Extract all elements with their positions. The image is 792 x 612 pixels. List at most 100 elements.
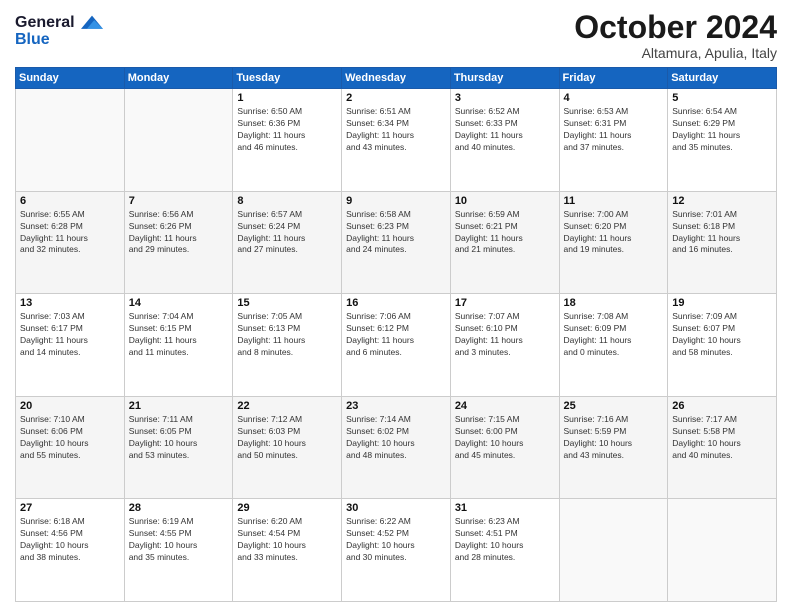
day-info: Sunrise: 6:18 AM Sunset: 4:56 PM Dayligh… — [20, 516, 120, 564]
day-info: Sunrise: 6:50 AM Sunset: 6:36 PM Dayligh… — [237, 106, 337, 154]
header-friday: Friday — [559, 68, 668, 89]
day-number: 4 — [564, 92, 664, 104]
day-number: 19 — [672, 297, 772, 309]
day-info: Sunrise: 6:57 AM Sunset: 6:24 PM Dayligh… — [237, 209, 337, 257]
header-saturday: Saturday — [668, 68, 777, 89]
calendar-week-row: 27Sunrise: 6:18 AM Sunset: 4:56 PM Dayli… — [16, 499, 777, 602]
day-info: Sunrise: 7:00 AM Sunset: 6:20 PM Dayligh… — [564, 209, 664, 257]
day-number: 21 — [129, 400, 229, 412]
day-info: Sunrise: 7:03 AM Sunset: 6:17 PM Dayligh… — [20, 311, 120, 359]
calendar-day-cell: 28Sunrise: 6:19 AM Sunset: 4:55 PM Dayli… — [124, 499, 233, 602]
calendar-day-cell: 23 Sunrise: 7:14 AM Sunset: 6:02 PM Dayli… — [342, 396, 451, 499]
calendar-table: Sunday Monday Tuesday Wednesday Thursday… — [15, 67, 777, 602]
day-info: Sunrise: 7:10 AM Sunset: 6:06 PM Dayligh… — [20, 414, 120, 462]
day-number: 10 — [455, 195, 555, 207]
day-info: Sunrise: 7:14 AM Sunset: 6:02 PM Dayligh… — [346, 414, 446, 462]
calendar-day-cell: 22Sunrise: 7:12 AM Sunset: 6:03 PM Dayli… — [233, 396, 342, 499]
header-thursday: Thursday — [450, 68, 559, 89]
calendar-day-cell: 14 Sunrise: 7:04 AM Sunset: 6:15 PM Dayli… — [124, 294, 233, 397]
day-info: Sunrise: 7:06 AM Sunset: 6:12 PM Dayligh… — [346, 311, 446, 359]
calendar-day-cell: 20 Sunrise: 7:10 AM Sunset: 6:06 PM Dayli… — [16, 396, 125, 499]
day-info: Sunrise: 7:05 AM Sunset: 6:13 PM Dayligh… — [237, 311, 337, 359]
calendar-day-cell: 4 Sunrise: 6:53 AM Sunset: 6:31 PM Daylig… — [559, 89, 668, 192]
day-info: Sunrise: 6:22 AM Sunset: 4:52 PM Dayligh… — [346, 516, 446, 564]
calendar-day-cell — [124, 89, 233, 192]
day-number: 23 — [346, 400, 446, 412]
day-info: Sunrise: 6:23 AM Sunset: 4:51 PM Dayligh… — [455, 516, 555, 564]
day-number: 6 — [20, 195, 120, 207]
day-info: Sunrise: 7:08 AM Sunset: 6:09 PM Dayligh… — [564, 311, 664, 359]
weekday-header-row: Sunday Monday Tuesday Wednesday Thursday… — [16, 68, 777, 89]
calendar-day-cell: 18 Sunrise: 7:08 AM Sunset: 6:09 PM Dayli… — [559, 294, 668, 397]
day-number: 11 — [564, 195, 664, 207]
calendar-day-cell: 30 Sunrise: 6:22 AM Sunset: 4:52 PM Dayli… — [342, 499, 451, 602]
header-wednesday: Wednesday — [342, 68, 451, 89]
day-info: Sunrise: 6:55 AM Sunset: 6:28 PM Dayligh… — [20, 209, 120, 257]
calendar-day-cell: 29Sunrise: 6:20 AM Sunset: 4:54 PM Dayli… — [233, 499, 342, 602]
day-number: 20 — [20, 400, 120, 412]
day-number: 26 — [672, 400, 772, 412]
calendar-day-cell: 5 Sunrise: 6:54 AM Sunset: 6:29 PM Daylig… — [668, 89, 777, 192]
day-info: Sunrise: 6:54 AM Sunset: 6:29 PM Dayligh… — [672, 106, 772, 154]
day-number: 30 — [346, 502, 446, 514]
day-info: Sunrise: 6:56 AM Sunset: 6:26 PM Dayligh… — [129, 209, 229, 257]
day-number: 1 — [237, 92, 337, 104]
day-number: 7 — [129, 195, 229, 207]
day-number: 29 — [237, 502, 337, 514]
calendar-day-cell: 31 Sunrise: 6:23 AM Sunset: 4:51 PM Dayli… — [450, 499, 559, 602]
calendar-day-cell: 3 Sunrise: 6:52 AM Sunset: 6:33 PM Daylig… — [450, 89, 559, 192]
day-number: 5 — [672, 92, 772, 104]
calendar-day-cell: 19 Sunrise: 7:09 AM Sunset: 6:07 PM Dayli… — [668, 294, 777, 397]
calendar-day-cell: 17 Sunrise: 7:07 AM Sunset: 6:10 PM Dayli… — [450, 294, 559, 397]
day-number: 16 — [346, 297, 446, 309]
day-info: Sunrise: 7:07 AM Sunset: 6:10 PM Dayligh… — [455, 311, 555, 359]
day-number: 8 — [237, 195, 337, 207]
calendar-day-cell: 27Sunrise: 6:18 AM Sunset: 4:56 PM Dayli… — [16, 499, 125, 602]
calendar-day-cell — [16, 89, 125, 192]
day-info: Sunrise: 7:17 AM Sunset: 5:58 PM Dayligh… — [672, 414, 772, 462]
calendar-week-row: 20 Sunrise: 7:10 AM Sunset: 6:06 PM Dayli… — [16, 396, 777, 499]
logo-blue: Blue — [15, 31, 50, 48]
day-number: 17 — [455, 297, 555, 309]
calendar-day-cell: 7 Sunrise: 6:56 AM Sunset: 6:26 PM Daylig… — [124, 191, 233, 294]
day-info: Sunrise: 6:59 AM Sunset: 6:21 PM Dayligh… — [455, 209, 555, 257]
calendar-week-row: 13 Sunrise: 7:03 AM Sunset: 6:17 PM Dayli… — [16, 294, 777, 397]
location-subtitle: Altamura, Apulia, Italy — [574, 45, 777, 61]
day-info: Sunrise: 6:53 AM Sunset: 6:31 PM Dayligh… — [564, 106, 664, 154]
day-info: Sunrise: 7:04 AM Sunset: 6:15 PM Dayligh… — [129, 311, 229, 359]
day-number: 9 — [346, 195, 446, 207]
day-info: Sunrise: 7:15 AM Sunset: 6:00 PM Dayligh… — [455, 414, 555, 462]
calendar-day-cell: 2 Sunrise: 6:51 AM Sunset: 6:34 PM Daylig… — [342, 89, 451, 192]
logo-general: General — [15, 14, 75, 31]
day-number: 18 — [564, 297, 664, 309]
header-sunday: Sunday — [16, 68, 125, 89]
calendar-day-cell: 25Sunrise: 7:16 AM Sunset: 5:59 PM Dayli… — [559, 396, 668, 499]
calendar-week-row: 1 Sunrise: 6:50 AM Sunset: 6:36 PM Daylig… — [16, 89, 777, 192]
day-number: 3 — [455, 92, 555, 104]
day-number: 12 — [672, 195, 772, 207]
day-info: Sunrise: 6:52 AM Sunset: 6:33 PM Dayligh… — [455, 106, 555, 154]
day-number: 2 — [346, 92, 446, 104]
calendar-day-cell: 16 Sunrise: 7:06 AM Sunset: 6:12 PM Dayli… — [342, 294, 451, 397]
day-number: 28 — [129, 502, 229, 514]
calendar-day-cell: 6 Sunrise: 6:55 AM Sunset: 6:28 PM Daylig… — [16, 191, 125, 294]
day-info: Sunrise: 6:51 AM Sunset: 6:34 PM Dayligh… — [346, 106, 446, 154]
calendar-week-row: 6 Sunrise: 6:55 AM Sunset: 6:28 PM Daylig… — [16, 191, 777, 294]
calendar-day-cell: 24Sunrise: 7:15 AM Sunset: 6:00 PM Dayli… — [450, 396, 559, 499]
calendar-day-cell: 9 Sunrise: 6:58 AM Sunset: 6:23 PM Daylig… — [342, 191, 451, 294]
calendar-day-cell: 26 Sunrise: 7:17 AM Sunset: 5:58 PM Dayli… — [668, 396, 777, 499]
day-info: Sunrise: 6:58 AM Sunset: 6:23 PM Dayligh… — [346, 209, 446, 257]
day-info: Sunrise: 7:09 AM Sunset: 6:07 PM Dayligh… — [672, 311, 772, 359]
day-number: 14 — [129, 297, 229, 309]
day-number: 13 — [20, 297, 120, 309]
calendar-day-cell: 12Sunrise: 7:01 AM Sunset: 6:18 PM Dayli… — [668, 191, 777, 294]
calendar-day-cell: 13 Sunrise: 7:03 AM Sunset: 6:17 PM Dayli… — [16, 294, 125, 397]
calendar-day-cell: 11 Sunrise: 7:00 AM Sunset: 6:20 PM Dayli… — [559, 191, 668, 294]
header: General Blue October 2024 Altamura, Apul… — [15, 10, 777, 61]
day-info: Sunrise: 7:11 AM Sunset: 6:05 PM Dayligh… — [129, 414, 229, 462]
day-number: 31 — [455, 502, 555, 514]
calendar-day-cell: 10 Sunrise: 6:59 AM Sunset: 6:21 PM Dayli… — [450, 191, 559, 294]
calendar-day-cell: 8 Sunrise: 6:57 AM Sunset: 6:24 PM Daylig… — [233, 191, 342, 294]
calendar-day-cell: 15Sunrise: 7:05 AM Sunset: 6:13 PM Dayli… — [233, 294, 342, 397]
calendar-day-cell: 21 Sunrise: 7:11 AM Sunset: 6:05 PM Dayli… — [124, 396, 233, 499]
